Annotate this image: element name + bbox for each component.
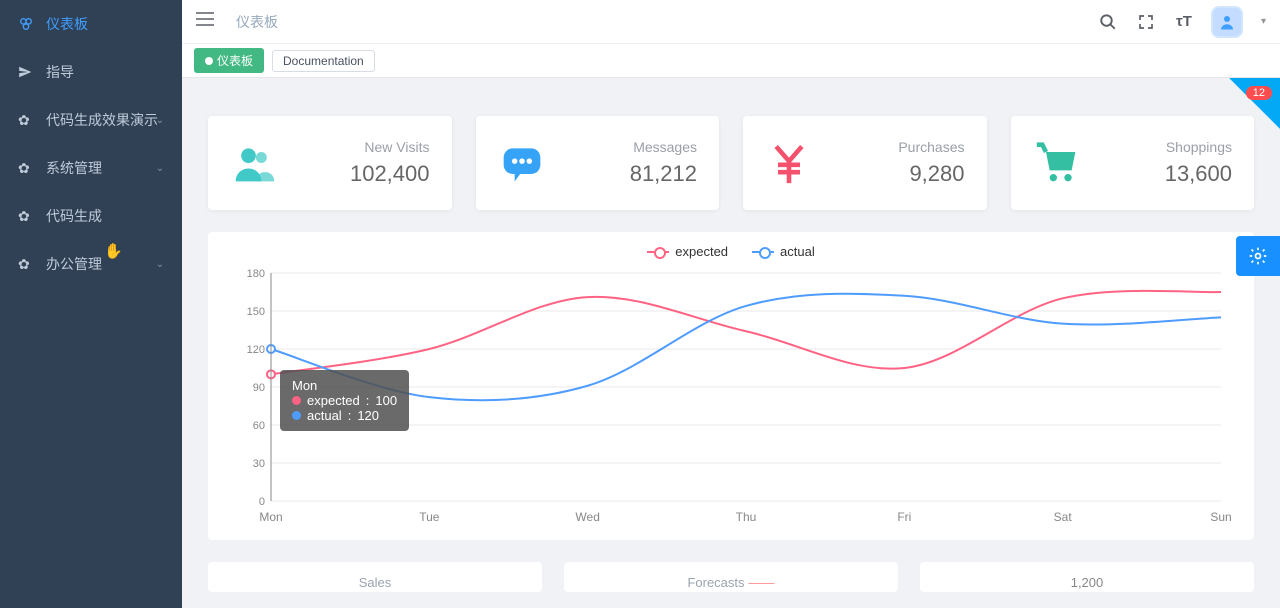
- settings-fab[interactable]: [1236, 236, 1280, 276]
- sidebar-label: 办公管理: [46, 254, 102, 274]
- chart-legend: expected actual: [228, 244, 1234, 259]
- radar-line-icon: ——: [749, 575, 775, 590]
- sidebar-label: 指导: [46, 62, 74, 82]
- card-purchases[interactable]: Purchases 9,280: [743, 116, 987, 210]
- sidebar-item-dashboard[interactable]: 仪表板: [0, 0, 182, 48]
- cog-icon: ✿: [18, 160, 34, 177]
- card-value: 13,600: [1165, 161, 1232, 187]
- search-icon[interactable]: [1097, 11, 1119, 33]
- card-messages[interactable]: Messages 81,212: [476, 116, 720, 210]
- avatar[interactable]: [1211, 6, 1243, 38]
- svg-text:Fri: Fri: [897, 510, 911, 524]
- fontsize-icon[interactable]: τT: [1173, 11, 1195, 33]
- todo-badge: 12: [1246, 86, 1272, 100]
- cog-icon: ✿: [18, 208, 34, 225]
- sidebar-label: 代码生成效果演示: [46, 110, 158, 130]
- chevron-down-icon: ⌄: [156, 259, 164, 270]
- corner-ribbon[interactable]: 12: [1208, 78, 1280, 150]
- card-title: Purchases: [898, 139, 964, 155]
- cursor-icon: ✋: [104, 242, 123, 260]
- caret-down-icon[interactable]: ▾: [1261, 16, 1266, 27]
- page-content: 12 New Visits 102,400 Messages 81,212 Purc…: [182, 78, 1280, 608]
- svg-text:Sun: Sun: [1210, 510, 1231, 524]
- panel-forecasts[interactable]: Forecasts——: [564, 562, 898, 592]
- card-new-visits[interactable]: New Visits 102,400: [208, 116, 452, 210]
- sidebar-label: 代码生成: [46, 206, 102, 226]
- people-icon: [230, 139, 278, 187]
- card-title: Messages: [630, 139, 697, 155]
- tab-documentation[interactable]: Documentation: [272, 50, 375, 72]
- sidebar-label: 仪表板: [46, 14, 88, 34]
- sidebar: 仪表板 指导 ✿ 代码生成效果演示 ⌄ ✿ 系统管理 ⌄ ✿ 代码生成 ✿ 办公…: [0, 0, 182, 608]
- svg-text:Mon: Mon: [259, 510, 282, 524]
- sidebar-item-guide[interactable]: 指导: [0, 48, 182, 96]
- panel-sales[interactable]: Sales: [208, 562, 542, 592]
- bottom-panels: Sales Forecasts—— 1,200: [208, 562, 1254, 592]
- tooltip-title: Mon: [292, 378, 397, 393]
- sidebar-item-codegen-demo[interactable]: ✿ 代码生成效果演示 ⌄: [0, 96, 182, 144]
- topbar: 仪表板 τT ▾: [182, 0, 1280, 44]
- svg-text:90: 90: [253, 382, 265, 394]
- dot-icon: [292, 411, 301, 420]
- sidebar-item-office[interactable]: ✿ 办公管理 ⌄: [0, 240, 182, 288]
- svg-text:Wed: Wed: [575, 510, 599, 524]
- card-value: 102,400: [350, 161, 430, 187]
- active-dot-icon: [205, 57, 213, 65]
- legend-item-actual[interactable]: actual: [752, 244, 815, 259]
- chevron-down-icon: ⌄: [156, 163, 164, 174]
- chart-tooltip: Mon expected: 100 actual: 120: [280, 370, 409, 431]
- card-value: 9,280: [898, 161, 964, 187]
- tab-dashboard[interactable]: 仪表板: [194, 48, 264, 73]
- svg-text:180: 180: [247, 268, 265, 280]
- breadcrumb: 仪表板: [236, 12, 278, 32]
- svg-text:Thu: Thu: [736, 510, 757, 524]
- card-title: New Visits: [350, 139, 430, 155]
- card-value: 81,212: [630, 161, 697, 187]
- cog-icon: ✿: [18, 256, 34, 273]
- sidebar-item-system[interactable]: ✿ 系统管理 ⌄: [0, 144, 182, 192]
- cart-icon: [1033, 139, 1081, 187]
- dashboard-icon: [18, 16, 34, 32]
- cog-icon: ✿: [18, 112, 34, 129]
- svg-text:120: 120: [247, 344, 265, 356]
- svg-text:60: 60: [253, 420, 265, 432]
- chevron-down-icon: ⌄: [156, 115, 164, 126]
- svg-text:Sat: Sat: [1054, 510, 1073, 524]
- hamburger-icon[interactable]: [196, 12, 216, 31]
- svg-text:30: 30: [253, 458, 265, 470]
- panel-bar[interactable]: 1,200: [920, 562, 1254, 592]
- sidebar-item-codegen[interactable]: ✿ 代码生成: [0, 192, 182, 240]
- topbar-actions: τT ▾: [1097, 6, 1266, 38]
- message-icon: [498, 139, 546, 187]
- fullscreen-icon[interactable]: [1135, 11, 1157, 33]
- paper-plane-icon: [18, 65, 34, 79]
- dot-icon: [292, 396, 301, 405]
- svg-text:150: 150: [247, 306, 265, 318]
- sidebar-label: 系统管理: [46, 158, 102, 178]
- svg-text:Tue: Tue: [419, 510, 440, 524]
- legend-item-expected[interactable]: expected: [647, 244, 728, 259]
- rmb-icon: [765, 139, 813, 187]
- tabbar: 仪表板 Documentation: [182, 44, 1280, 78]
- stat-cards: New Visits 102,400 Messages 81,212 Purchas…: [182, 78, 1280, 222]
- svg-text:0: 0: [259, 496, 265, 508]
